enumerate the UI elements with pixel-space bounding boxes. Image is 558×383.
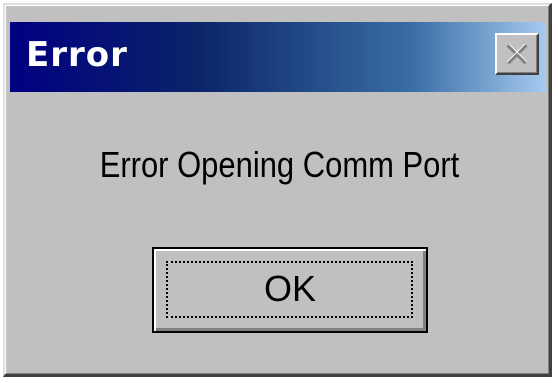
error-message: Error Opening Comm Port: [99, 144, 460, 185]
ok-button-label: OK: [263, 268, 316, 309]
close-icon: [506, 43, 528, 65]
dialog-title: Error: [26, 35, 128, 75]
title-bar[interactable]: Error: [10, 22, 546, 92]
error-dialog: Error Error Opening Comm Port OK: [3, 3, 552, 377]
close-button[interactable]: [495, 33, 539, 75]
ok-button[interactable]: OK: [152, 247, 428, 333]
